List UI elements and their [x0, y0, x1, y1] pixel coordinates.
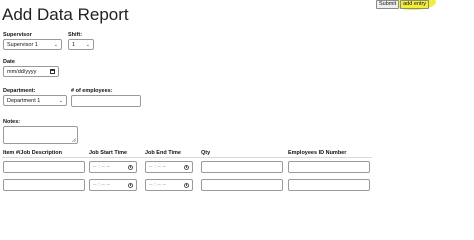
chevron-down-icon: ⌄ — [53, 41, 58, 48]
row1-start-time-input[interactable]: -- : -- -- — [89, 161, 137, 173]
col-header-start-time: Job Start Time — [89, 150, 128, 156]
col-header-employees-id: Employees ID Number — [288, 150, 347, 156]
col-header-qty: Qty — [201, 150, 211, 156]
shift-value: 1 — [72, 41, 76, 48]
clock-icon[interactable] — [128, 164, 133, 170]
notes-label: Notes: — [3, 119, 21, 125]
date-placeholder: mm/dd/yyyy — [7, 68, 37, 75]
supervisor-value: Supervisor 1 — [7, 41, 38, 48]
row2-qty-input[interactable] — [201, 179, 283, 191]
row1-qty-input[interactable] — [201, 161, 283, 173]
supervisor-select[interactable]: Supervisor 1 ⌄ — [3, 39, 62, 50]
supervisor-label: Supervisor — [3, 32, 32, 38]
shift-select[interactable]: 1 ⌄ — [68, 39, 94, 50]
row1-employees-input[interactable] — [288, 161, 370, 173]
date-label: Date — [3, 59, 15, 65]
row2-employees-input[interactable] — [288, 179, 370, 191]
department-label: Department: — [3, 88, 36, 94]
date-input[interactable]: mm/dd/yyyy — [3, 66, 59, 77]
clock-icon[interactable] — [184, 164, 189, 170]
chevron-down-icon: ⌄ — [58, 97, 63, 104]
row2-end-time-input[interactable]: -- : -- -- — [145, 179, 193, 191]
department-select[interactable]: Department 1 ⌄ — [3, 95, 67, 106]
employees-count-label: # of employees: — [71, 88, 113, 94]
page-title: Add Data Report — [2, 5, 129, 24]
top-actions: Submit add entry — [376, 0, 430, 9]
department-value: Department 1 — [7, 97, 41, 104]
row1-end-time-input[interactable]: -- : -- -- — [145, 161, 193, 173]
row2-item-input[interactable] — [3, 179, 85, 191]
table-header-divider — [2, 157, 372, 158]
chevron-down-icon: ⌄ — [85, 41, 90, 48]
col-header-end-time: Job End Time — [145, 150, 181, 156]
col-header-item: Item #/Job Description — [3, 150, 62, 156]
clock-icon[interactable] — [184, 182, 189, 188]
clock-icon[interactable] — [128, 182, 133, 188]
row1-item-input[interactable] — [3, 161, 85, 173]
shift-label: Shift: — [68, 32, 83, 38]
row2-start-time-input[interactable]: -- : -- -- — [89, 179, 137, 191]
calendar-icon[interactable] — [50, 69, 55, 74]
notes-textarea[interactable] — [3, 126, 78, 144]
add-entry-button[interactable]: add entry — [400, 0, 430, 9]
resize-grip-icon[interactable] — [72, 138, 76, 142]
submit-button[interactable]: Submit — [376, 0, 400, 9]
employees-count-input[interactable] — [71, 95, 141, 107]
